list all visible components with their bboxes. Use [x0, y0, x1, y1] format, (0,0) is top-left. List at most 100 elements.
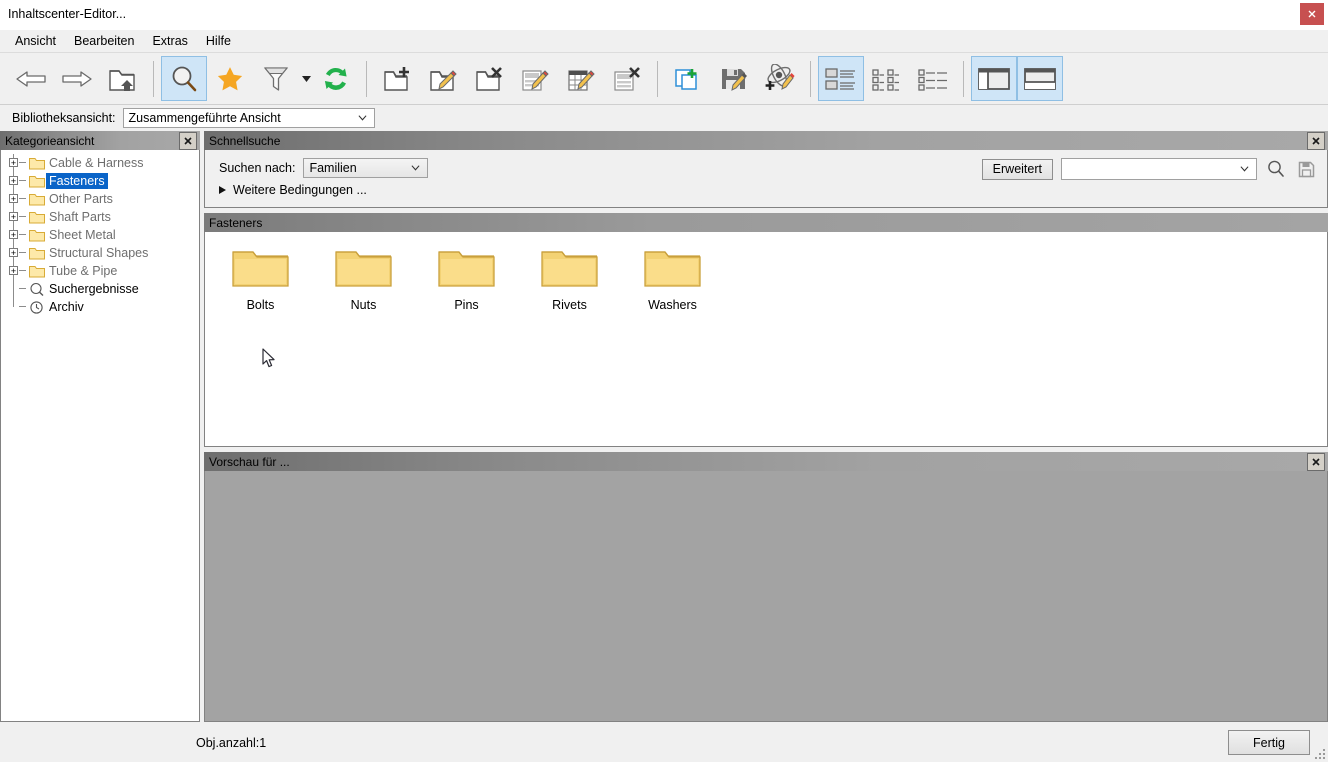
toolbar-separator	[810, 60, 811, 97]
tree-expander-icon[interactable]: +	[9, 248, 18, 258]
resize-grip[interactable]	[1313, 747, 1325, 759]
done-button[interactable]: Fertig	[1228, 730, 1310, 755]
folder-icon	[438, 251, 495, 287]
menu-item-bearbeiten[interactable]: Bearbeiten	[65, 32, 143, 50]
publish-button[interactable]	[757, 56, 803, 101]
tree-item-label: Other Parts	[49, 192, 113, 206]
folder-icon	[335, 251, 392, 287]
tree-gutter: +	[5, 226, 27, 244]
view-tiles-button[interactable]	[864, 56, 910, 101]
tree-gutter: +	[5, 190, 27, 208]
layout-vertical-split-button[interactable]	[971, 56, 1017, 101]
back-button[interactable]	[8, 56, 54, 101]
menu-item-extras[interactable]: Extras	[143, 32, 196, 50]
search-button[interactable]	[161, 56, 207, 101]
results-panel: Fasteners Bolts Nuts Pins Rivets Washers	[204, 213, 1328, 447]
save-button[interactable]	[711, 56, 757, 101]
folder-item-nuts[interactable]: Nuts	[332, 244, 395, 312]
menu-item-ansicht[interactable]: Ansicht	[6, 32, 65, 50]
tree-item-shaft-parts[interactable]: + Shaft Parts	[5, 208, 199, 226]
edit-family-icon	[522, 69, 549, 91]
folder-up-button[interactable]	[100, 56, 146, 101]
tree-item-label: Sheet Metal	[49, 228, 116, 242]
tree-item-archiv[interactable]: Archiv	[5, 298, 199, 316]
tree-expander-icon[interactable]: +	[9, 158, 18, 168]
menu-bar: Ansicht Bearbeiten Extras Hilfe	[0, 30, 1328, 52]
folder-icon	[541, 251, 598, 287]
view-list-button[interactable]	[910, 56, 956, 101]
tree-expander-icon[interactable]: +	[9, 212, 18, 222]
back-arrow-icon	[16, 70, 46, 87]
toolbar-separator	[657, 60, 658, 97]
results-panel-body: Bolts Nuts Pins Rivets Washers	[204, 232, 1328, 447]
edit-family-button[interactable]	[512, 56, 558, 101]
advanced-button[interactable]: Erweitert	[981, 158, 1053, 180]
magnifier-icon	[27, 282, 46, 297]
tree-item-suchergebnisse[interactable]: Suchergebnisse	[5, 280, 199, 298]
folder-item-label: Nuts	[350, 298, 377, 312]
window-close-button[interactable]	[1300, 3, 1324, 25]
search-for-value: Familien	[309, 161, 357, 175]
save-search-button[interactable]	[1295, 158, 1317, 180]
tree-expander-icon[interactable]: +	[9, 230, 18, 240]
new-folder-icon	[384, 66, 409, 91]
application-window: Inhaltscenter-Editor... Ansicht Bearbeit…	[0, 0, 1328, 762]
new-folder-button[interactable]	[374, 56, 420, 101]
filter-dropdown-button[interactable]	[299, 56, 313, 101]
tree-gutter	[5, 298, 27, 316]
tree-item-tube-pipe[interactable]: + Tube & Pipe	[5, 262, 199, 280]
chevron-down-icon	[1240, 166, 1249, 172]
tree-item-sheet-metal[interactable]: + Sheet Metal	[5, 226, 199, 244]
copy-new-button[interactable]	[665, 56, 711, 101]
tree-item-fasteners[interactable]: + Fasteners	[5, 172, 199, 190]
quick-search-close-button[interactable]	[1307, 132, 1325, 150]
favorites-button[interactable]	[207, 56, 253, 101]
folder-icon	[27, 193, 46, 206]
tree-expander-icon[interactable]: +	[9, 194, 18, 204]
tree-line	[19, 234, 26, 235]
folder-item-pins[interactable]: Pins	[435, 244, 498, 312]
run-search-button[interactable]	[1265, 158, 1287, 180]
category-panel-body: + Cable & Harness + Fasteners + Other Pa…	[0, 150, 200, 722]
search-for-label: Suchen nach:	[219, 161, 296, 175]
library-view-select[interactable]: Zusammengeführte Ansicht	[122, 108, 375, 128]
edit-table-button[interactable]	[558, 56, 604, 101]
search-input[interactable]	[1061, 158, 1257, 180]
filter-button[interactable]	[253, 56, 299, 101]
tree-item-other-parts[interactable]: + Other Parts	[5, 190, 199, 208]
category-panel-close-button[interactable]	[179, 132, 197, 150]
forward-arrow-icon	[62, 70, 92, 87]
folder-item-label: Washers	[648, 298, 697, 312]
title-bar: Inhaltscenter-Editor...	[0, 0, 1328, 30]
tree-item-cable-harness[interactable]: + Cable & Harness	[5, 154, 199, 172]
tree-gutter: +	[5, 154, 27, 172]
tree-gutter	[5, 280, 27, 298]
tree-item-structural-shapes[interactable]: + Structural Shapes	[5, 244, 199, 262]
folder-icon	[27, 229, 46, 242]
view-detail-button[interactable]	[818, 56, 864, 101]
tree-gutter: +	[5, 208, 27, 226]
main-toolbar	[0, 52, 1328, 105]
layout-horizontal-split-button[interactable]	[1017, 56, 1063, 101]
folder-icon	[27, 157, 46, 170]
tree-gutter: +	[5, 262, 27, 280]
refresh-button[interactable]	[313, 56, 359, 101]
more-conditions-toggle[interactable]: Weitere Bedingungen ...	[205, 178, 1327, 197]
folder-grid: Bolts Nuts Pins Rivets Washers	[205, 232, 1327, 312]
delete-folder-button[interactable]	[466, 56, 512, 101]
edit-folder-button[interactable]	[420, 56, 466, 101]
folder-item-rivets[interactable]: Rivets	[538, 244, 601, 312]
preview-panel-close-button[interactable]	[1307, 453, 1325, 471]
tree-expander-icon[interactable]: +	[9, 266, 18, 276]
menu-item-hilfe[interactable]: Hilfe	[197, 32, 240, 50]
delete-table-button[interactable]	[604, 56, 650, 101]
library-view-row: Bibliotheksansicht: Zusammengeführte Ans…	[0, 105, 1328, 131]
tree-expander-icon[interactable]: +	[9, 176, 18, 186]
forward-button[interactable]	[54, 56, 100, 101]
folder-item-washers[interactable]: Washers	[641, 244, 704, 312]
copy-new-icon	[675, 68, 697, 90]
folder-item-bolts[interactable]: Bolts	[229, 244, 292, 312]
search-for-select[interactable]: Familien	[303, 158, 429, 178]
category-panel-header: Kategorieansicht	[0, 131, 200, 150]
library-view-value: Zusammengeführte Ansicht	[128, 111, 281, 125]
